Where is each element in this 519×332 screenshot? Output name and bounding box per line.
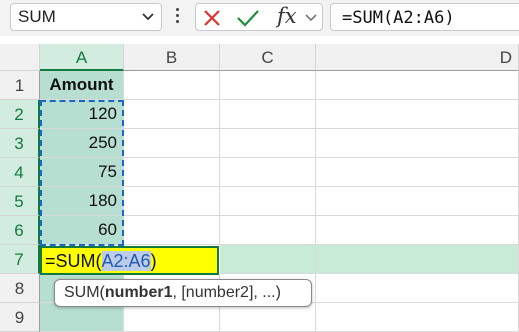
cell-a6[interactable]: 60 [40, 216, 124, 245]
insert-function-icon[interactable]: fx [277, 4, 297, 28]
function-tooltip[interactable]: SUM(number1, [number2], ...) [54, 279, 312, 307]
row-header-1[interactable]: 1 [0, 71, 40, 100]
row-header-7[interactable]: 7 [0, 245, 40, 274]
cell-c3[interactable] [220, 129, 316, 158]
edit-text-prefix: =SUM( [45, 251, 102, 271]
cell-b5[interactable] [124, 187, 220, 216]
tooltip-function: SUM( [64, 284, 105, 301]
cell-d1[interactable] [316, 71, 519, 100]
row-header-6[interactable]: 6 [0, 216, 40, 245]
cell-a3[interactable]: 250 [40, 129, 124, 158]
tooltip-rest: , [number2], ...) [172, 284, 281, 301]
cell-b2[interactable] [124, 100, 220, 129]
cell-c5[interactable] [220, 187, 316, 216]
cell-b3[interactable] [124, 129, 220, 158]
row-header-8[interactable]: 8 [0, 274, 40, 303]
row-header-5[interactable]: 5 [0, 187, 40, 216]
name-box-value: SUM [18, 7, 56, 26]
formula-input[interactable]: =SUM(A2:A6) [330, 3, 519, 31]
cancel-icon[interactable] [202, 8, 222, 33]
cell-a5[interactable]: 180 [40, 187, 124, 216]
row-header-9[interactable]: 9 [0, 303, 40, 332]
column-header-d[interactable]: D [316, 44, 519, 71]
chevron-down-icon[interactable] [141, 9, 155, 29]
cell-c1[interactable] [220, 71, 316, 100]
cell-d2[interactable] [316, 100, 519, 129]
cell-c2[interactable] [220, 100, 316, 129]
cell-b9[interactable] [124, 303, 220, 332]
more-vertical-icon[interactable] [172, 6, 182, 28]
active-cell-a7[interactable]: =SUM(A2:A6) [40, 246, 219, 275]
select-all-corner[interactable] [0, 44, 40, 71]
cell-b1[interactable] [124, 71, 220, 100]
formula-actions: fx [195, 3, 323, 31]
cell-d9[interactable] [316, 303, 519, 332]
chevron-down-icon[interactable] [304, 11, 318, 30]
cell-d4[interactable] [316, 158, 519, 187]
cell-a2[interactable]: 120 [40, 100, 124, 129]
cell-a1[interactable]: Amount [40, 71, 124, 100]
cell-b6[interactable] [124, 216, 220, 245]
row-header-2[interactable]: 2 [0, 100, 40, 129]
cell-c6[interactable] [220, 216, 316, 245]
row-header-3[interactable]: 3 [0, 129, 40, 158]
cell-c9[interactable] [220, 303, 316, 332]
cell-a9[interactable] [40, 303, 124, 332]
row-header-4[interactable]: 4 [0, 158, 40, 187]
cell-d3[interactable] [316, 129, 519, 158]
cell-a4[interactable]: 75 [40, 158, 124, 187]
name-box[interactable]: SUM [10, 3, 162, 31]
cell-b4[interactable] [124, 158, 220, 187]
cell-c4[interactable] [220, 158, 316, 187]
cell-d5[interactable] [316, 187, 519, 216]
column-header-c[interactable]: C [220, 44, 316, 71]
column-header-b[interactable]: B [124, 44, 220, 71]
cell-d7[interactable] [316, 245, 519, 274]
cell-d8[interactable] [316, 274, 519, 303]
cell-c7[interactable] [220, 245, 316, 274]
edit-range-reference: A2:A6 [101, 251, 151, 271]
edit-text-suffix: ) [150, 251, 157, 271]
enter-check-icon[interactable] [236, 8, 260, 33]
tooltip-arg1[interactable]: number1 [105, 284, 173, 301]
column-header-a[interactable]: A [40, 44, 124, 71]
cell-d6[interactable] [316, 216, 519, 245]
